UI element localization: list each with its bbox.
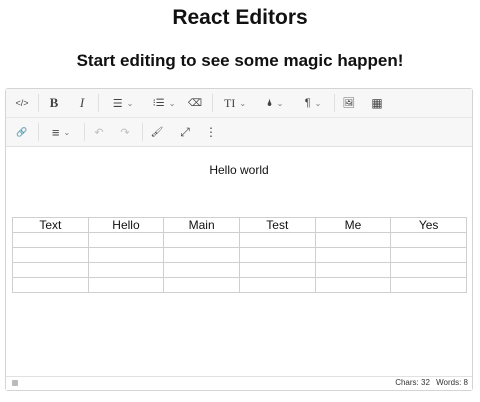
- table-cell[interactable]: Main: [163, 217, 240, 233]
- code-view-button[interactable]: </>: [12, 93, 32, 113]
- numbered-list-button[interactable]: ⁝☰ ⌄: [146, 93, 182, 113]
- table-cell[interactable]: [163, 232, 240, 248]
- bold-icon: B: [49, 95, 59, 110]
- table-cell[interactable]: [12, 247, 89, 263]
- toolbar-separator: [142, 123, 143, 141]
- toolbar-separator: [98, 94, 99, 112]
- table-cell[interactable]: [12, 232, 89, 248]
- format-painter-button[interactable]: 🖌: [148, 122, 166, 142]
- table-row: [12, 277, 467, 293]
- italic-icon: I: [79, 95, 85, 110]
- bullet-list-button[interactable]: ☰ ⌄: [106, 93, 140, 113]
- table-cell[interactable]: [314, 262, 392, 278]
- table-row: [12, 247, 467, 263]
- bold-button[interactable]: B: [46, 93, 62, 113]
- color-drop-icon: 🌢: [266, 97, 273, 109]
- table-row: [12, 232, 467, 248]
- font-size-icon: TI: [223, 95, 236, 110]
- table-row: [12, 262, 467, 278]
- align-button[interactable]: ≡ ⌄: [44, 122, 78, 142]
- table-cell[interactable]: [163, 247, 240, 263]
- insert-table-button[interactable]: ▦: [368, 93, 386, 113]
- table-cell[interactable]: [390, 277, 467, 293]
- eraser-icon: ⌫: [187, 97, 203, 109]
- chevron-down-icon: ⌄: [63, 127, 71, 137]
- bullet-list-icon: ☰: [112, 97, 123, 110]
- toolbar-separator: [212, 94, 213, 112]
- table-cell[interactable]: [390, 262, 467, 278]
- align-icon: ≡: [51, 124, 60, 140]
- toolbar-separator: [84, 123, 85, 141]
- paragraph-icon: ¶: [304, 97, 311, 109]
- table-header-row: Text Hello Main Test Me Yes: [12, 217, 467, 233]
- insert-image-button[interactable]: 🖼: [340, 93, 358, 113]
- editor-toolbar: </> B I ☰ ⌄ ⁝☰ ⌄ ⌫ TI ⌄ 🌢 ⌄ ¶ ⌄ 🖼 ▦ 🔗 ≡ …: [6, 89, 472, 147]
- word-count: Chars: 32 Words: 8: [391, 378, 468, 387]
- words-count-label: Words: 8: [436, 378, 468, 387]
- text-color-button[interactable]: 🌢 ⌄: [260, 93, 290, 113]
- status-bar: Chars: 32 Words: 8: [6, 376, 472, 390]
- fullscreen-icon: ⤢: [180, 124, 190, 139]
- undo-icon: ↶: [94, 126, 104, 139]
- table-cell[interactable]: [12, 277, 89, 293]
- link-button[interactable]: 🔗: [12, 122, 32, 142]
- undo-button[interactable]: ↶: [90, 122, 108, 142]
- content-table: Text Hello Main Test Me Yes: [12, 217, 467, 293]
- page-title: React Editors: [172, 6, 308, 29]
- chevron-down-icon: ⌄: [126, 98, 134, 108]
- table-cell[interactable]: [390, 232, 467, 248]
- code-view-icon: </>: [15, 98, 29, 108]
- link-icon: 🔗: [16, 126, 28, 137]
- table-icon: ▦: [371, 96, 383, 110]
- content-paragraph: Hello world: [209, 163, 269, 177]
- paragraph-button[interactable]: ¶ ⌄: [298, 93, 328, 113]
- image-icon: 🖼: [342, 97, 356, 109]
- clear-format-button[interactable]: ⌫: [186, 93, 204, 113]
- chevron-down-icon: ⌄: [168, 98, 176, 108]
- toolbar-separator: [334, 94, 335, 112]
- font-size-button[interactable]: TI ⌄: [220, 93, 250, 113]
- chevron-down-icon: ⌄: [239, 98, 247, 108]
- page-subtitle: Start editing to see some magic happen!: [76, 51, 404, 70]
- fullscreen-button[interactable]: ⤢: [176, 122, 194, 142]
- toolbar-separator: [38, 94, 39, 112]
- editor-content[interactable]: Hello world Text Hello Main Test Me Yes: [6, 147, 472, 377]
- table-cell[interactable]: Yes: [390, 217, 467, 233]
- chevron-down-icon: ⌄: [314, 98, 322, 108]
- toolbar-row-2: 🔗 ≡ ⌄ ↶ ↷ 🖌 ⤢ ⋮: [6, 118, 472, 146]
- format-painter-icon: 🖌: [150, 126, 164, 138]
- table-cell[interactable]: [163, 277, 240, 293]
- table-cell[interactable]: [87, 232, 165, 248]
- table-cell[interactable]: [163, 262, 240, 278]
- table-cell[interactable]: Text: [12, 217, 89, 233]
- more-options-button[interactable]: ⋮: [204, 122, 218, 142]
- table-cell[interactable]: [238, 232, 316, 248]
- table-cell[interactable]: [314, 232, 392, 248]
- table-cell[interactable]: Hello: [87, 217, 165, 233]
- table-cell[interactable]: Test: [238, 217, 316, 233]
- table-cell[interactable]: [87, 247, 165, 263]
- more-icon: ⋮: [205, 125, 217, 139]
- italic-button[interactable]: I: [74, 93, 90, 113]
- table-cell[interactable]: [314, 277, 392, 293]
- redo-button[interactable]: ↷: [116, 122, 134, 142]
- table-cell[interactable]: Me: [314, 217, 392, 233]
- toolbar-separator: [38, 123, 39, 141]
- table-cell[interactable]: [238, 262, 316, 278]
- numbered-list-icon: ⁝☰: [152, 97, 165, 109]
- table-cell[interactable]: [87, 277, 165, 293]
- table-cell[interactable]: [238, 277, 316, 293]
- table-cell[interactable]: [314, 247, 392, 263]
- rich-text-editor: </> B I ☰ ⌄ ⁝☰ ⌄ ⌫ TI ⌄ 🌢 ⌄ ¶ ⌄ 🖼 ▦ 🔗 ≡ …: [5, 88, 473, 391]
- table-cell[interactable]: [87, 262, 165, 278]
- table-cell[interactable]: [390, 247, 467, 263]
- chevron-down-icon: ⌄: [276, 98, 284, 108]
- table-cell[interactable]: [12, 262, 89, 278]
- toolbar-row-1: </> B I ☰ ⌄ ⁝☰ ⌄ ⌫ TI ⌄ 🌢 ⌄ ¶ ⌄ 🖼 ▦: [6, 89, 472, 118]
- char-count-label: Chars: 32: [395, 378, 430, 387]
- table-cell[interactable]: [238, 247, 316, 263]
- redo-icon: ↷: [120, 126, 130, 139]
- resize-handle-icon[interactable]: [12, 380, 18, 386]
